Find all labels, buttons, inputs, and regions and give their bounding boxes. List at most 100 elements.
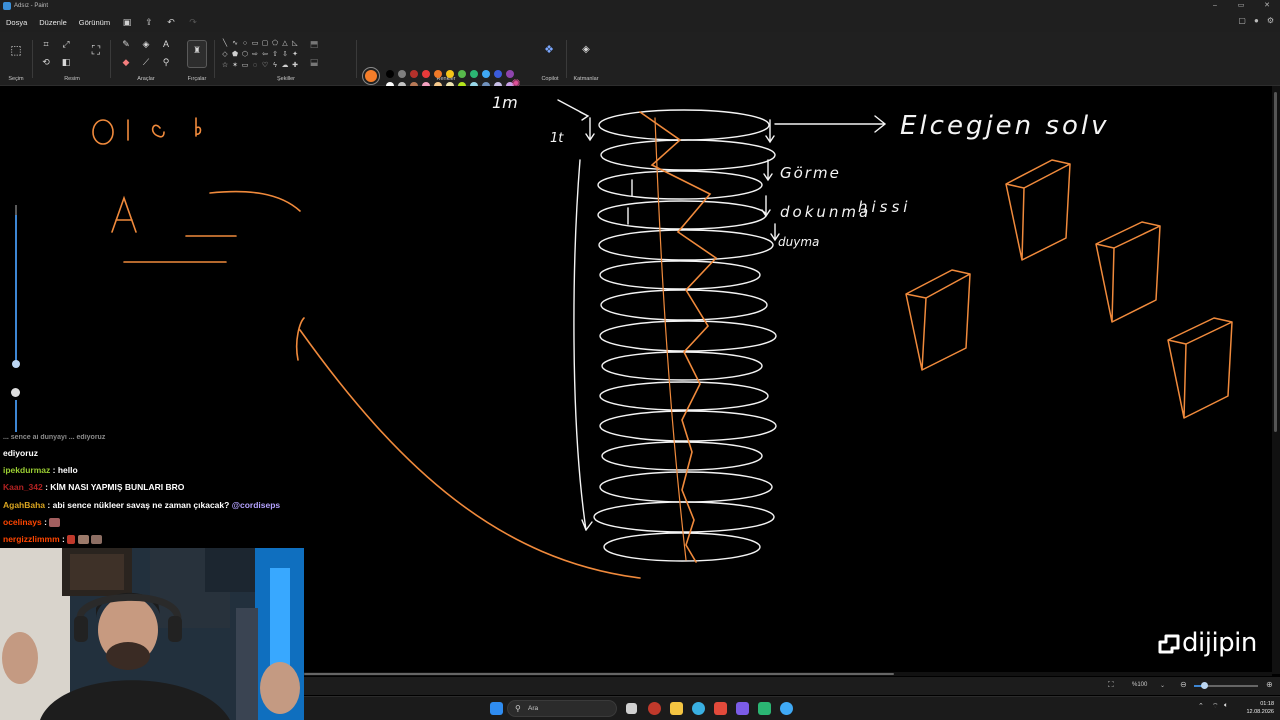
line-shape-icon[interactable]: ╲ (220, 38, 230, 49)
callout-rect-shape-icon[interactable]: ▭ (240, 60, 250, 71)
redo-icon[interactable]: ↷ (182, 17, 204, 28)
brush-size-slider[interactable] (11, 205, 21, 375)
color-swatch[interactable] (422, 70, 430, 78)
coil-ring (601, 441, 763, 471)
resize-icon[interactable]: ⤢ (60, 38, 72, 50)
horizontal-scrollbar[interactable] (304, 672, 1272, 676)
heart-shape-icon[interactable]: ♡ (260, 60, 270, 71)
crop-icon[interactable]: ⌗ (40, 38, 52, 50)
diamond-shape-icon[interactable]: ◇ (220, 49, 230, 60)
search-icon: ⚲ (515, 704, 521, 713)
arrow-right-shape-icon[interactable]: ⇨ (250, 49, 260, 60)
menu-file[interactable]: Dosya (0, 18, 33, 27)
triangle-shape-icon[interactable]: △ (280, 38, 290, 49)
fit-screen-icon[interactable]: ⛶ (1108, 680, 1114, 690)
layers-icon[interactable]: ◈ (580, 44, 592, 56)
file-explorer-icon[interactable] (670, 702, 683, 715)
volume-icon[interactable]: 🔈︎ (1224, 702, 1228, 710)
callout-oval-shape-icon[interactable]: ◌ (250, 60, 260, 71)
rectangle-shape-icon[interactable]: ▭ (250, 38, 260, 49)
tray-chevron-icon[interactable]: ⌃ (1198, 702, 1204, 710)
opera-icon[interactable] (648, 702, 661, 715)
menu-view[interactable]: Görünüm (73, 18, 116, 27)
color-swatch[interactable] (482, 70, 490, 78)
browser-icon[interactable] (692, 702, 705, 715)
chevron-down-icon[interactable]: ⌄ (1160, 682, 1165, 689)
selection-icon[interactable]: ⬚ (10, 44, 22, 56)
vertical-bracket (573, 159, 587, 531)
network-icon[interactable]: ⌔ (1212, 702, 1219, 711)
undo-icon[interactable]: ↶ (160, 17, 182, 28)
copilot-icon[interactable]: ❖ (543, 44, 555, 56)
color-swatch[interactable] (458, 70, 466, 78)
rotate-icon[interactable]: ⟲ (40, 56, 52, 68)
hexagon-shape-icon[interactable]: ⬡ (240, 49, 250, 60)
mail-icon[interactable] (714, 702, 727, 715)
discord-icon[interactable] (736, 702, 749, 715)
menu-edit[interactable]: Düzenle (33, 18, 73, 27)
magnifier-icon[interactable]: ⚲ (160, 56, 172, 68)
opacity-slider[interactable] (11, 388, 21, 434)
image-tools-icon[interactable]: ⛶ (90, 44, 102, 56)
minimize-button[interactable]: – (1202, 0, 1228, 12)
taskbar-search[interactable]: ⚲ Ara (507, 700, 617, 717)
fill-icon[interactable]: ◈ (140, 38, 152, 50)
coil-ring (603, 532, 761, 562)
color-swatch[interactable] (494, 70, 502, 78)
lightning-shape-icon[interactable]: ϟ (270, 60, 280, 71)
save-icon[interactable]: ▣ (116, 17, 138, 28)
color-swatch[interactable] (446, 70, 454, 78)
star4-shape-icon[interactable]: ✦ (290, 49, 300, 60)
primary-color[interactable] (365, 70, 377, 82)
account-icon[interactable]: ● (1254, 16, 1259, 25)
close-button[interactable]: ✕ (1254, 0, 1280, 12)
cross-shape-icon[interactable]: ✚ (290, 60, 300, 71)
cloud-shape-icon[interactable]: ☁ (280, 60, 290, 71)
star5-shape-icon[interactable]: ☆ (220, 60, 230, 71)
zoom-level[interactable]: %100 (1132, 682, 1147, 688)
color-picker-icon[interactable]: ⟋ (140, 56, 152, 68)
oval-shape-icon[interactable]: ○ (240, 38, 250, 49)
paint-taskbar-icon[interactable] (758, 702, 771, 715)
fill-style-icon[interactable]: ⬓ (308, 56, 320, 68)
pentagon-shape-icon[interactable]: ⬟ (230, 49, 240, 60)
shapes-group: ╲ ∿ ○ ▭ ▢ ⬠ △ ◺ ◇ ⬟ ⬡ ⇨ ⇦ ⇧ ⇩ ✦ ☆ ✶ ▭ ◌ … (216, 32, 356, 86)
color-swatch[interactable] (506, 70, 514, 78)
arrow-down-shape-icon[interactable]: ⇩ (280, 49, 290, 60)
edge-icon[interactable] (780, 702, 793, 715)
color-swatch[interactable] (434, 70, 442, 78)
maximize-button[interactable]: ▭ (1228, 0, 1254, 12)
arrow-left-shape-icon[interactable]: ⇦ (260, 49, 270, 60)
vertical-scrollbar[interactable] (1272, 86, 1280, 674)
task-view-icon[interactable] (626, 703, 637, 714)
pencil-icon[interactable]: ✎ (120, 38, 132, 50)
slider-knob[interactable] (12, 360, 20, 368)
star6-shape-icon[interactable]: ✶ (230, 60, 240, 71)
rounded-rect-shape-icon[interactable]: ▢ (260, 38, 270, 49)
eraser-icon[interactable]: ◆ (120, 56, 132, 68)
text-icon[interactable]: A (160, 38, 172, 50)
comment-icon[interactable]: ▢ (1238, 16, 1246, 25)
outline-icon[interactable]: ⬒ (308, 38, 320, 50)
clock-date: 12.08.2026 (1246, 709, 1274, 715)
color-swatch[interactable] (470, 70, 478, 78)
polygon-shape-icon[interactable]: ⬠ (270, 38, 280, 49)
zoom-slider-knob[interactable] (1201, 682, 1208, 689)
zoom-out-icon[interactable]: ⊖ (1180, 680, 1187, 689)
scroll-thumb[interactable] (1274, 92, 1277, 432)
color-swatch[interactable] (410, 70, 418, 78)
right-triangle-shape-icon[interactable]: ◺ (290, 38, 300, 49)
taskbar-clock[interactable]: 01:18 12.08.2026 (1234, 700, 1274, 716)
down-arrow (761, 195, 771, 218)
share-icon[interactable]: ⇪ (138, 17, 160, 28)
start-icon[interactable] (490, 702, 503, 715)
zoom-in-icon[interactable]: ⊕ (1266, 680, 1273, 689)
curve-shape-icon[interactable]: ∿ (230, 38, 240, 49)
color-swatch[interactable] (398, 70, 406, 78)
slider-knob[interactable] (11, 388, 20, 397)
settings-icon[interactable]: ⚙ (1267, 16, 1274, 25)
scroll-thumb[interactable] (304, 673, 894, 675)
flip-icon[interactable]: ◧ (60, 56, 72, 68)
arrow-up-shape-icon[interactable]: ⇧ (270, 49, 280, 60)
color-swatch[interactable] (386, 70, 394, 78)
